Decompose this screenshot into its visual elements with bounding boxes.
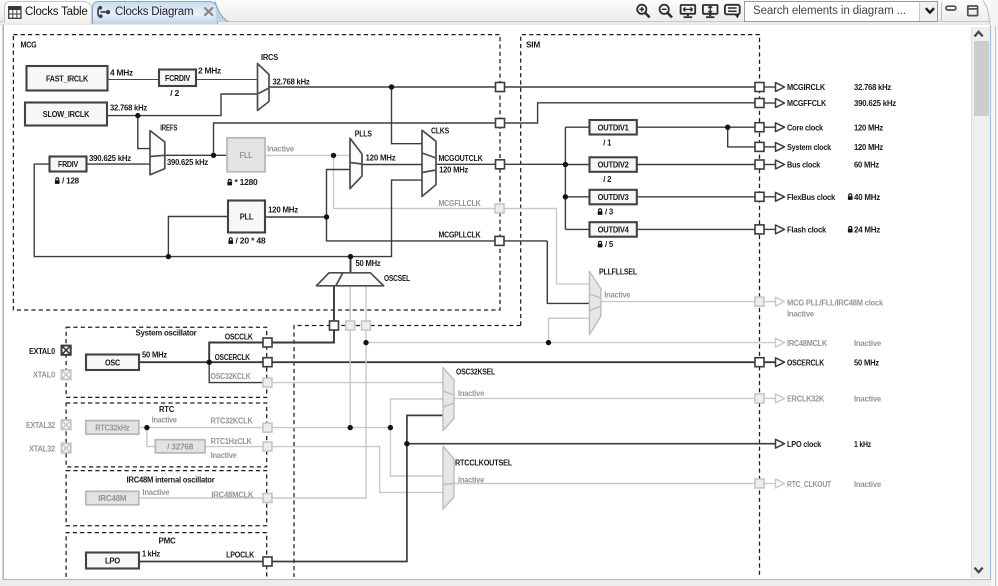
svg-text:MCGOUTCLK: MCGOUTCLK <box>439 153 484 163</box>
svg-text:EXTAL0: EXTAL0 <box>29 346 55 356</box>
svg-text:/ 2: / 2 <box>170 88 179 98</box>
svg-text:LPOCLK: LPOCLK <box>226 550 255 560</box>
svg-text:1 kHz: 1 kHz <box>142 549 160 559</box>
svg-text:OSCCLK: OSCCLK <box>225 332 254 342</box>
svg-text:Inactive: Inactive <box>142 487 169 497</box>
svg-text:IRC48M internal oscillator: IRC48M internal oscillator <box>127 476 215 485</box>
svg-text:MCGIRCLK: MCGIRCLK <box>787 82 826 92</box>
svg-text:/ 5: / 5 <box>605 239 613 249</box>
svg-text:IRC48M: IRC48M <box>98 494 126 503</box>
svg-text:RTC32kHz: RTC32kHz <box>95 423 129 432</box>
svg-text:SIM: SIM <box>526 41 541 50</box>
svg-text:Inactive: Inactive <box>458 475 484 485</box>
svg-text:System oscillator: System oscillator <box>136 329 197 338</box>
svg-text:System clock: System clock <box>787 142 831 152</box>
svg-text:120 MHz: 120 MHz <box>268 205 298 215</box>
svg-text:50 MHz: 50 MHz <box>142 350 167 360</box>
svg-text:RTC1HzCLK: RTC1HzCLK <box>211 436 253 446</box>
svg-text:LPO: LPO <box>105 556 120 566</box>
svg-text:Inactive: Inactive <box>267 144 294 154</box>
svg-text:OSCSEL: OSCSEL <box>384 273 410 283</box>
svg-text:120 MHz: 120 MHz <box>366 153 396 163</box>
svg-text:/ 20 * 48: / 20 * 48 <box>236 236 266 246</box>
svg-text:ERCLK32K: ERCLK32K <box>787 394 825 404</box>
svg-text:Inactive: Inactive <box>854 338 881 348</box>
svg-text:OSC: OSC <box>105 357 120 367</box>
svg-text:390.625 kHz: 390.625 kHz <box>854 98 896 108</box>
svg-text:40 MHz: 40 MHz <box>854 192 880 202</box>
svg-text:CLKS: CLKS <box>431 126 449 136</box>
svg-text:OSC32KSEL: OSC32KSEL <box>456 367 495 377</box>
svg-text:Inactive: Inactive <box>854 394 881 404</box>
svg-text:FlexBus clock: FlexBus clock <box>787 192 835 202</box>
svg-text:120 MHz: 120 MHz <box>439 165 468 175</box>
svg-text:390.625 kHz: 390.625 kHz <box>89 153 131 163</box>
svg-text:1 kHz: 1 kHz <box>854 439 871 449</box>
svg-text:XTAL0: XTAL0 <box>33 370 55 380</box>
svg-text:/ 3: / 3 <box>605 207 613 217</box>
svg-text:PLLFLLSEL: PLLFLLSEL <box>599 267 637 277</box>
svg-text:/ 32768: / 32768 <box>167 442 194 451</box>
svg-text:MCGPLLCLK: MCGPLLCLK <box>439 230 482 240</box>
svg-text:IRC48MCLK: IRC48MCLK <box>211 490 254 500</box>
svg-text:Inactive: Inactive <box>458 388 484 398</box>
svg-text:60 MHz: 60 MHz <box>854 160 879 170</box>
svg-text:OSCERCLK: OSCERCLK <box>215 352 251 362</box>
svg-text:32.768 kHz: 32.768 kHz <box>854 82 891 92</box>
svg-text:Inactive: Inactive <box>604 290 630 300</box>
svg-text:MCGFFCLK: MCGFFCLK <box>787 98 827 108</box>
svg-text:24 MHz: 24 MHz <box>854 225 880 235</box>
svg-text:OSC32KCLK: OSC32KCLK <box>211 371 252 381</box>
svg-text:EXTAL32: EXTAL32 <box>26 420 55 430</box>
svg-text:XTAL32: XTAL32 <box>29 444 55 454</box>
svg-text:PLL: PLL <box>240 212 254 222</box>
svg-text:FRDIV: FRDIV <box>58 160 79 169</box>
svg-text:/ 1: / 1 <box>603 138 611 148</box>
svg-text:OUTDIV1: OUTDIV1 <box>598 123 630 132</box>
svg-text:Inactive: Inactive <box>787 309 814 319</box>
svg-text:OUTDIV2: OUTDIV2 <box>598 161 630 170</box>
svg-text:4 MHz: 4 MHz <box>110 68 133 78</box>
svg-text:RTCCLKOUTSEL: RTCCLKOUTSEL <box>455 458 512 468</box>
svg-text:FAST_IRCLK: FAST_IRCLK <box>46 73 89 83</box>
svg-text:/ 2: / 2 <box>603 174 611 184</box>
svg-text:32.768 kHz: 32.768 kHz <box>110 103 147 113</box>
svg-text:Flash clock: Flash clock <box>787 225 826 235</box>
svg-text:2 MHz: 2 MHz <box>198 66 221 76</box>
svg-text:32.768 kHz: 32.768 kHz <box>273 77 310 87</box>
svg-text:* 1280: * 1280 <box>235 177 258 187</box>
svg-text:120 MHz: 120 MHz <box>854 142 883 152</box>
svg-text:FCRDIV: FCRDIV <box>165 74 191 83</box>
svg-text:RTC32KCLK: RTC32KCLK <box>211 416 254 426</box>
svg-text:/ 128: / 128 <box>62 176 79 186</box>
svg-text:OSCERCLK: OSCERCLK <box>787 358 825 368</box>
svg-text:PMC: PMC <box>159 537 176 546</box>
svg-text:120 MHz: 120 MHz <box>854 122 883 132</box>
svg-text:50 MHz: 50 MHz <box>854 358 879 368</box>
svg-text:RTC: RTC <box>159 405 174 414</box>
svg-text:IREFS: IREFS <box>160 123 177 133</box>
svg-text:IRCS: IRCS <box>261 52 278 62</box>
svg-text:FLL: FLL <box>240 150 253 160</box>
svg-text:OUTDIV4: OUTDIV4 <box>598 225 630 234</box>
svg-text:IRC48MCLK: IRC48MCLK <box>787 338 828 348</box>
svg-text:OUTDIV3: OUTDIV3 <box>598 193 630 202</box>
svg-text:RTC_CLKOUT: RTC_CLKOUT <box>787 479 832 489</box>
svg-text:50 MHz: 50 MHz <box>356 258 381 268</box>
svg-text:Bus clock: Bus clock <box>787 160 820 170</box>
svg-text:Inactive: Inactive <box>211 450 237 460</box>
svg-text:Inactive: Inactive <box>152 414 177 424</box>
svg-text:SLOW_IRCLK: SLOW_IRCLK <box>43 109 90 119</box>
svg-text:MCG PLL/FLL/IRC48M clock: MCG PLL/FLL/IRC48M clock <box>787 298 883 308</box>
svg-text:Core clock: Core clock <box>787 122 823 132</box>
svg-text:MCG: MCG <box>21 41 37 50</box>
svg-text:390.625 kHz: 390.625 kHz <box>167 157 208 167</box>
svg-text:LPO clock: LPO clock <box>787 439 821 449</box>
svg-text:MCGFLLCLK: MCGFLLCLK <box>439 198 482 208</box>
svg-text:PLLS: PLLS <box>355 129 372 139</box>
svg-text:Inactive: Inactive <box>854 479 881 489</box>
